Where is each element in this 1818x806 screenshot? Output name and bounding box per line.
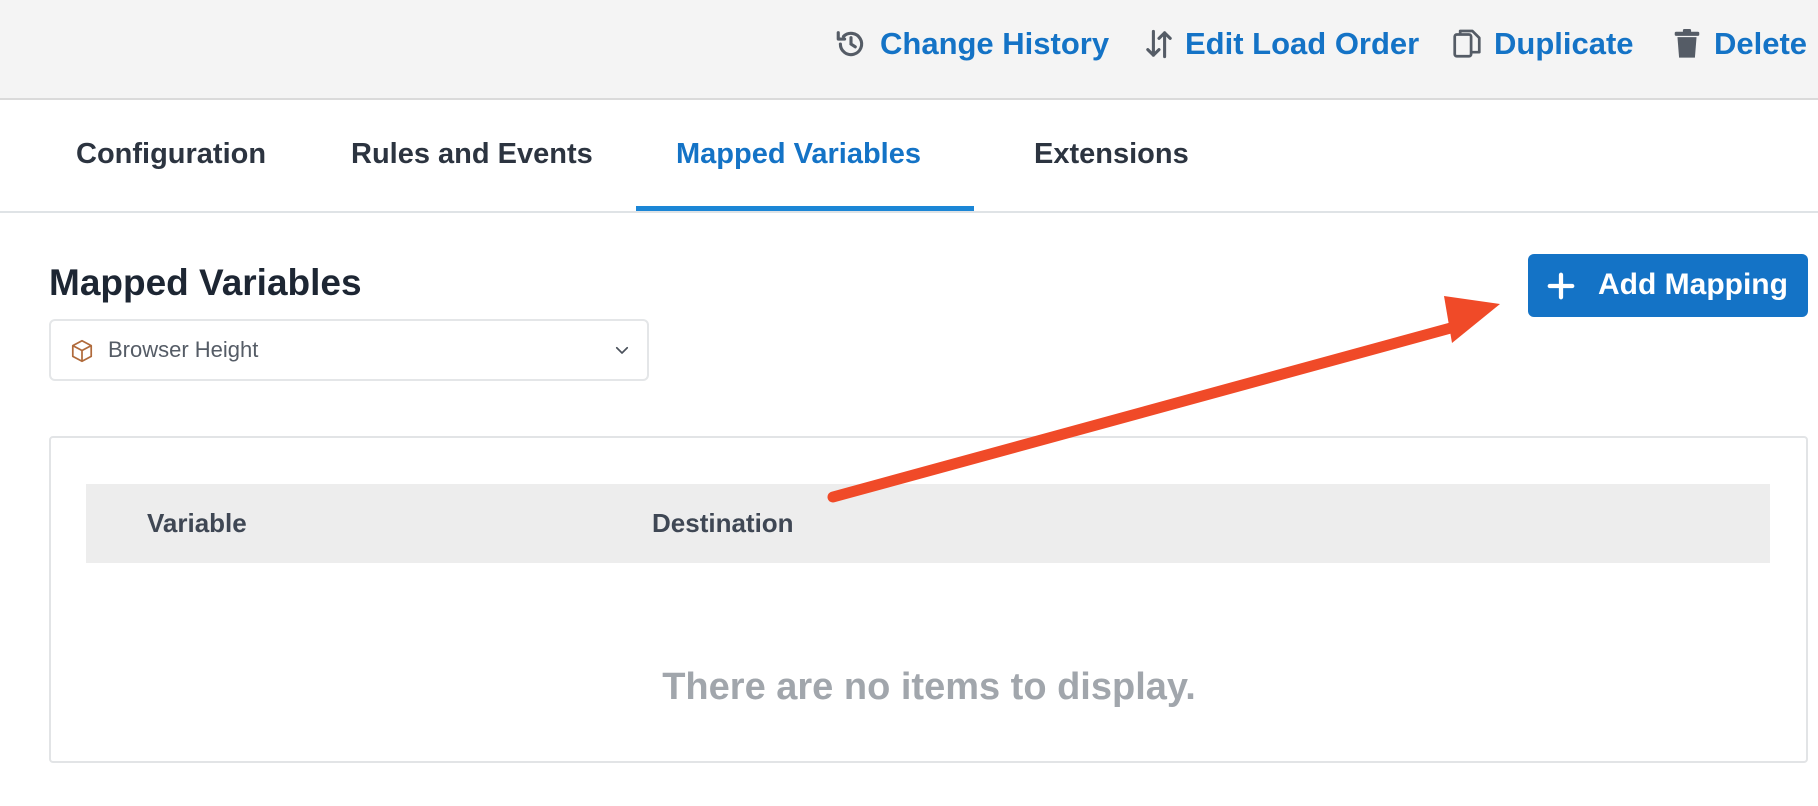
add-mapping-label: Add Mapping [1598,268,1788,301]
column-header-variable: Variable [147,508,247,538]
cube-icon [71,339,93,363]
edit-load-order-label: Edit Load Order [1185,26,1420,61]
change-history-label: Change History [880,26,1110,61]
tab-extensions[interactable]: Extensions [1034,138,1189,171]
duplicate-button[interactable]: Duplicate [1452,22,1634,66]
add-mapping-button[interactable]: Add Mapping [1528,254,1808,317]
variable-select[interactable]: Browser Height [49,319,649,381]
delete-label: Delete [1714,26,1808,61]
delete-button[interactable]: Delete [1672,22,1807,66]
active-tab-indicator [636,206,974,211]
history-icon [836,31,864,57]
trash-icon [1674,29,1700,58]
duplicate-icon [1453,29,1481,58]
tab-configuration[interactable]: Configuration [76,138,266,171]
page-title: Mapped Variables [49,262,362,303]
tab-mapped-variables[interactable]: Mapped Variables [676,138,921,171]
duplicate-label: Duplicate [1494,26,1634,61]
empty-state-message: There are no items to display. [662,666,1196,708]
sort-arrows-icon [1146,29,1172,59]
chevron-down-icon [615,346,629,354]
top-toolbar: Change History Edit Load Order Duplicate… [0,0,1818,100]
tab-rules-and-events[interactable]: Rules and Events [351,138,593,171]
column-header-destination: Destination [652,508,794,538]
plus-icon [1547,272,1575,300]
change-history-button[interactable]: Change History [834,22,1109,66]
variable-select-value: Browser Height [108,337,259,362]
tab-bar: Configuration Rules and Events Mapped Va… [0,100,1818,213]
table-header: Variable Destination [86,484,1770,563]
edit-load-order-button[interactable]: Edit Load Order [1145,22,1419,66]
